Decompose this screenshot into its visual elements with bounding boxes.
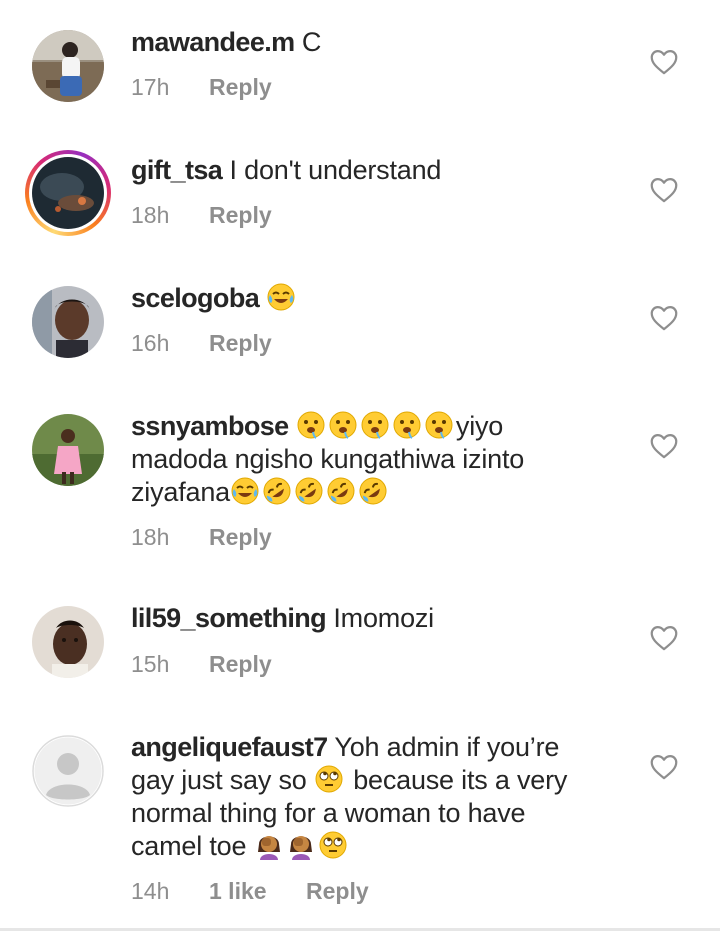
person-photo-icon: [32, 414, 104, 486]
comment-time: 18h: [131, 524, 170, 550]
comment-body: scelogoba: [131, 282, 611, 315]
comment-text: yiyo: [455, 411, 504, 441]
comment-body: angeliquefaust7 Yoh admin if you’re gay …: [131, 731, 611, 863]
drooling-face-icon: [393, 411, 421, 439]
woman-facepalming-icon: [257, 836, 280, 860]
comment-username[interactable]: angeliquefaust7: [131, 732, 328, 762]
comment-username[interactable]: mawandee.m: [131, 27, 295, 57]
comment-text: Imomozi: [326, 603, 434, 633]
comment-text: normal thing for a woman to have: [131, 798, 526, 828]
rolling-on-floor-laughing-icon: [359, 477, 387, 505]
comment-text: camel toe: [131, 831, 254, 861]
heart-outline-icon[interactable]: [650, 177, 678, 203]
face-with-tears-of-joy-icon: [267, 283, 295, 311]
heart-outline-icon[interactable]: [650, 625, 678, 651]
comment-time: 15h: [131, 651, 170, 677]
comment-body: ssnyambose yiyo madoda ngisho kungathiwa…: [131, 410, 611, 509]
person-photo-icon: [32, 606, 104, 678]
comment-body: mawandee.m C: [131, 26, 611, 59]
heart-outline-icon[interactable]: [650, 433, 678, 459]
comment-text: because its a very: [345, 765, 568, 795]
reply-button[interactable]: Reply: [306, 878, 369, 904]
avatar[interactable]: [32, 286, 104, 358]
person-photo-icon: [32, 286, 104, 358]
face-with-tears-of-joy-icon: [231, 477, 259, 505]
drooling-face-icon: [329, 411, 357, 439]
avatar[interactable]: [32, 606, 104, 678]
heart-outline-icon[interactable]: [650, 754, 678, 780]
default-avatar-icon: [32, 735, 104, 807]
heart-outline-icon[interactable]: [650, 49, 678, 75]
comment-text: ziyafana: [131, 477, 230, 507]
comment-text: I don't understand: [222, 155, 442, 185]
comment-meta: 18h Reply: [131, 523, 272, 551]
comment-meta: 15h Reply: [131, 650, 272, 678]
comment-meta: 16h Reply: [131, 329, 272, 357]
face-with-rolling-eyes-icon: [319, 831, 347, 859]
reply-button[interactable]: Reply: [209, 74, 272, 100]
comment-time: 18h: [131, 202, 170, 228]
comment-username[interactable]: gift_tsa: [131, 155, 223, 185]
reply-button[interactable]: Reply: [209, 524, 272, 550]
like-count[interactable]: 1 like: [209, 877, 306, 905]
comment-body: gift_tsa I don't understand: [131, 154, 611, 187]
comment-text: madoda ngisho kungathiwa izinto: [131, 444, 525, 474]
drooling-face-icon: [297, 411, 325, 439]
comment-text: [259, 283, 266, 313]
avatar[interactable]: [32, 735, 104, 807]
drooling-face-icon: [361, 411, 389, 439]
comment-text: C: [294, 27, 322, 57]
heart-outline-icon[interactable]: [650, 305, 678, 331]
avatar[interactable]: [32, 414, 104, 486]
comment-time: 14h: [131, 878, 170, 904]
story-ring-photo-icon: [32, 157, 104, 229]
face-with-rolling-eyes-icon: [315, 765, 343, 793]
comment-meta: 18h Reply: [131, 201, 272, 229]
woman-facepalming-icon: [289, 836, 312, 860]
comment-meta: 17h Reply: [131, 73, 272, 101]
comments-list: mawandee.m C 17h Reply gift_tsa I don't …: [0, 0, 720, 931]
drooling-face-icon: [425, 411, 453, 439]
comment-username[interactable]: lil59_something: [131, 603, 327, 633]
comment-time: 16h: [131, 330, 170, 356]
comment-meta: 14h 1 like Reply: [131, 877, 369, 905]
comment-username[interactable]: scelogoba: [131, 283, 260, 313]
reply-button[interactable]: Reply: [209, 651, 272, 677]
rolling-on-floor-laughing-icon: [263, 477, 291, 505]
comment-username[interactable]: ssnyambose: [131, 411, 289, 441]
reply-button[interactable]: Reply: [209, 202, 272, 228]
comment-time: 17h: [131, 74, 170, 100]
rolling-on-floor-laughing-icon: [295, 477, 323, 505]
reply-button[interactable]: Reply: [209, 330, 272, 356]
comment-text: Yoh admin if you’re: [327, 732, 560, 762]
avatar[interactable]: [32, 30, 104, 102]
person-photo-icon: [32, 30, 104, 102]
comment-body: lil59_something Imomozi: [131, 602, 611, 635]
rolling-on-floor-laughing-icon: [327, 477, 355, 505]
comment-text: gay just say so: [131, 765, 314, 795]
story-ring[interactable]: [25, 150, 111, 236]
